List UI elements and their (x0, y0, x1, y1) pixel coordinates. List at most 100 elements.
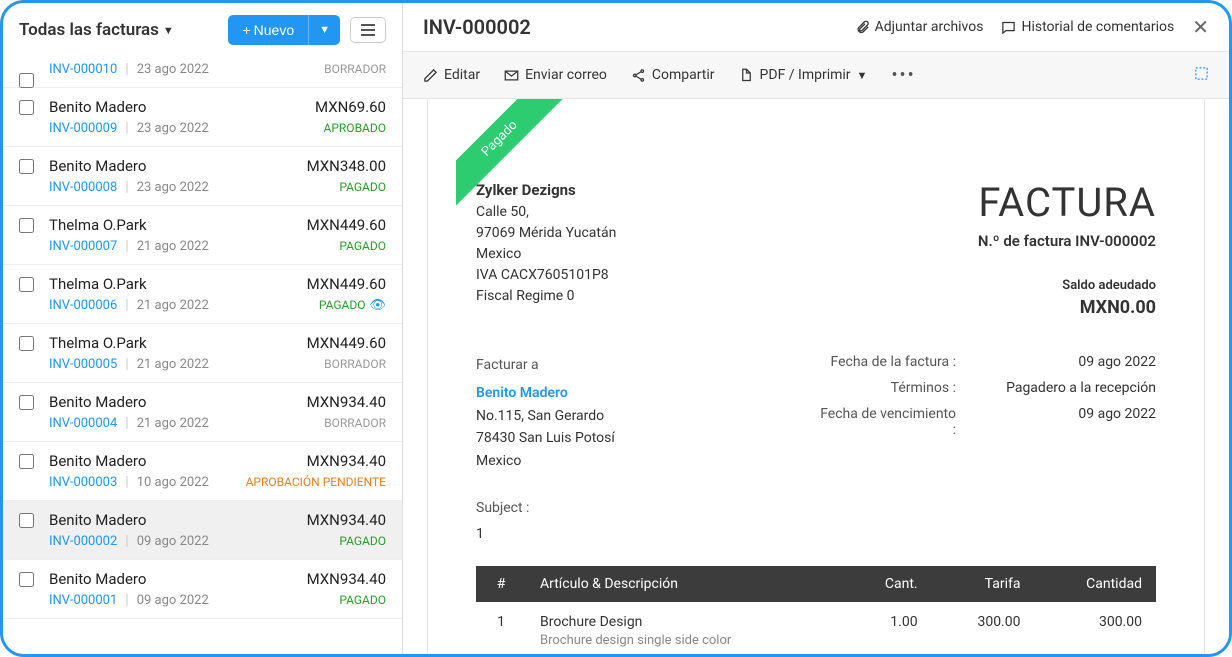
comment-history-link[interactable]: Historial de comentarios (1001, 19, 1174, 35)
row-invoice-no[interactable]: INV-000008 (49, 180, 117, 195)
share-button[interactable]: Compartir (631, 67, 715, 83)
invoice-row[interactable]: INV-000010|23 ago 2022BORRADOR (3, 61, 402, 88)
invoice-row[interactable]: Thelma O.ParkMXN449.60INV-000007|21 ago … (3, 206, 402, 265)
row-customer: Benito Madero (49, 98, 146, 116)
inv-date-value: 09 ago 2022 (996, 354, 1156, 370)
row-status: PAGADO (339, 534, 386, 548)
expand-button[interactable] (1194, 65, 1209, 86)
billto-name[interactable]: Benito Madero (476, 382, 615, 404)
row-checkbox[interactable] (19, 572, 34, 587)
share-label: Compartir (652, 67, 715, 83)
row-date: 23 ago 2022 (137, 62, 209, 77)
row-checkbox[interactable] (19, 73, 34, 88)
attach-label: Adjuntar archivos (875, 19, 984, 35)
send-email-button[interactable]: Enviar correo (504, 67, 607, 83)
new-dropdown-button[interactable]: ▼ (308, 15, 340, 45)
pdf-print-button[interactable]: PDF / Imprimir ▼ (739, 67, 868, 83)
row-checkbox[interactable] (19, 277, 34, 292)
eye-icon: 👁 (369, 298, 386, 313)
row-checkbox[interactable] (19, 336, 34, 351)
edit-label: Editar (444, 67, 480, 83)
row-status: PAGADO (339, 180, 386, 194)
row-invoice-no[interactable]: INV-000006 (49, 298, 117, 313)
row-customer: Benito Madero (49, 452, 146, 470)
company-addr1: Calle 50, (476, 202, 616, 223)
cell-rate: 300.00 (932, 602, 1035, 654)
expand-icon (1194, 66, 1209, 81)
subject-value: 1 (476, 526, 1156, 542)
row-status: BORRADOR (324, 357, 386, 371)
company-country: Mexico (476, 244, 616, 265)
caret-down-icon: ▼ (857, 69, 868, 82)
company-addr2: 97069 Mérida Yucatán (476, 223, 616, 244)
invoice-row[interactable]: Benito MaderoMXN348.00INV-000008|23 ago … (3, 147, 402, 206)
row-date: 21 ago 2022 (137, 357, 209, 372)
row-checkbox[interactable] (19, 159, 34, 174)
row-checkbox[interactable] (19, 395, 34, 410)
company-block: Zylker Dezigns Calle 50, 97069 Mérida Yu… (476, 179, 616, 318)
paperclip-icon (855, 20, 870, 35)
cell-desc: Brochure DesignBrochure design single si… (526, 602, 844, 654)
doc-heading: FACTURA (978, 179, 1156, 226)
row-checkbox[interactable] (19, 218, 34, 233)
invoice-row[interactable]: Benito MaderoMXN934.40INV-000001|09 ago … (3, 560, 402, 619)
invoice-row[interactable]: Benito MaderoMXN934.40INV-000004|21 ago … (3, 383, 402, 442)
plus-icon: + (242, 22, 250, 38)
row-status: PAGADO👁 (319, 298, 386, 313)
row-amount: MXN449.60 (307, 334, 386, 352)
row-status: PAGADO (339, 239, 386, 253)
more-menu-button[interactable]: ••• (891, 65, 915, 86)
company-name: Zylker Dezigns (476, 179, 616, 202)
terms-value: Pagadero a la recepción (996, 380, 1156, 396)
cell-amt: 300.00 (1035, 602, 1157, 654)
invoice-row[interactable]: Thelma O.ParkMXN449.60INV-000005|21 ago … (3, 324, 402, 383)
row-checkbox[interactable] (19, 454, 34, 469)
row-invoice-no[interactable]: INV-000001 (49, 593, 117, 608)
invoice-row[interactable]: Benito MaderoMXN934.40INV-000002|09 ago … (3, 501, 402, 560)
page-title: INV-000002 (423, 15, 837, 39)
cell-qty: 1.00 (844, 602, 932, 654)
balance-label: Saldo adeudado (978, 278, 1156, 293)
row-invoice-no[interactable]: INV-000004 (49, 416, 117, 431)
row-date: 21 ago 2022 (137, 298, 209, 313)
new-button[interactable]: + Nuevo (228, 15, 308, 45)
due-value: 09 ago 2022 (996, 406, 1156, 438)
caret-down-icon: ▼ (163, 24, 174, 37)
billto-label: Facturar a (476, 354, 615, 376)
list-menu-button[interactable] (350, 17, 386, 43)
row-invoice-no[interactable]: INV-000010 (49, 62, 117, 77)
row-status: BORRADOR (324, 62, 386, 76)
billto-addr1: No.115, San Gerardo (476, 405, 615, 427)
edit-button[interactable]: Editar (423, 67, 480, 83)
line-items-table: # Artículo & Descripción Cant. Tarifa Ca… (476, 566, 1156, 654)
row-invoice-no[interactable]: INV-000005 (49, 357, 117, 372)
invoice-filter-dropdown[interactable]: Todas las facturas ▼ (19, 20, 218, 40)
row-status: BORRADOR (324, 416, 386, 430)
row-invoice-no[interactable]: INV-000002 (49, 534, 117, 549)
row-amount: MXN934.40 (307, 452, 386, 470)
row-customer: Thelma O.Park (49, 334, 147, 352)
row-amount: MXN934.40 (307, 511, 386, 529)
billto-country: Mexico (476, 450, 615, 472)
due-label: Fecha de vencimiento : (816, 406, 956, 438)
row-amount: MXN69.60 (315, 98, 386, 116)
invoice-list: INV-000010|23 ago 2022BORRADORBenito Mad… (3, 57, 402, 654)
subject-label: Subject : (476, 500, 1156, 516)
billto-addr2: 78430 San Luis Potosí (476, 427, 615, 449)
row-invoice-no[interactable]: INV-000007 (49, 239, 117, 254)
col-qty: Cant. (844, 566, 932, 602)
row-checkbox[interactable] (19, 100, 34, 115)
invoice-row[interactable]: Benito MaderoMXN69.60INV-000009|23 ago 2… (3, 88, 402, 147)
terms-label: Términos : (816, 380, 956, 396)
row-invoice-no[interactable]: INV-000009 (49, 121, 117, 136)
hamburger-icon (361, 24, 375, 36)
row-date: 21 ago 2022 (137, 239, 209, 254)
row-invoice-no[interactable]: INV-000003 (49, 475, 117, 490)
invoice-row[interactable]: Thelma O.ParkMXN449.60INV-000006|21 ago … (3, 265, 402, 324)
row-checkbox[interactable] (19, 513, 34, 528)
col-rate: Tarifa (932, 566, 1035, 602)
attach-files-link[interactable]: Adjuntar archivos (855, 19, 984, 35)
invoice-row[interactable]: Benito MaderoMXN934.40INV-000003|10 ago … (3, 442, 402, 501)
row-customer: Benito Madero (49, 511, 146, 529)
close-button[interactable]: ✕ (1192, 15, 1209, 39)
